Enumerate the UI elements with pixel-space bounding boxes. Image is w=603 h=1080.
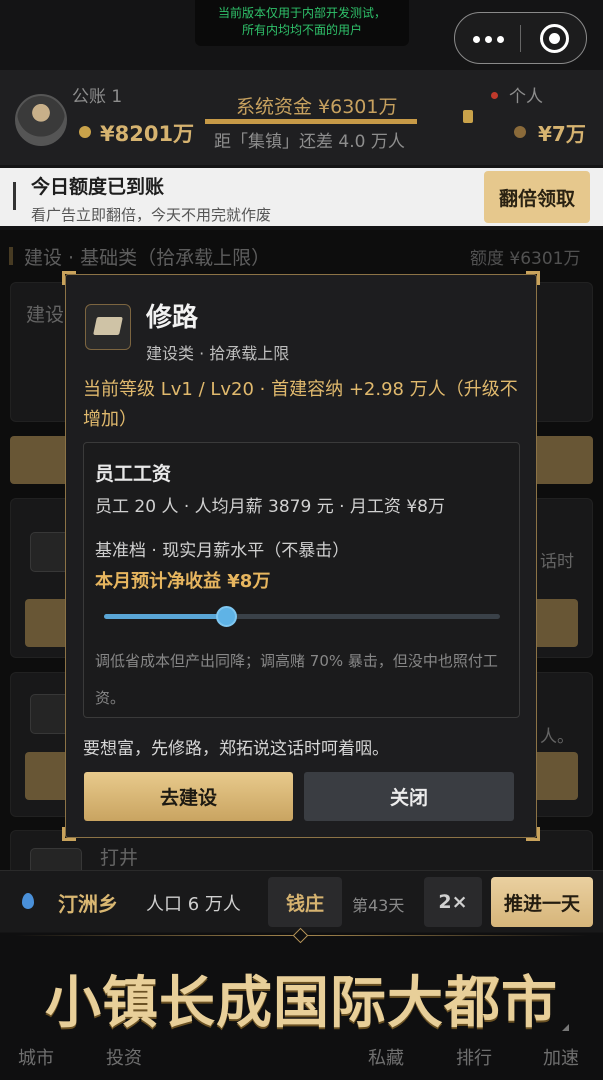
corner-ornament xyxy=(526,271,540,285)
level-info: 当前等级 Lv1 / Lv20 · 首建容纳 +2.98 万人（升级不增加） xyxy=(83,379,518,430)
build-button[interactable]: 去建设 xyxy=(84,772,293,821)
personal-money: ¥7万 xyxy=(538,122,586,146)
advance-day-button[interactable]: 推进一天 xyxy=(491,877,593,927)
wage-title: 员工工资 xyxy=(95,463,172,485)
dev-notice-banner: 当前版本仅用于内部开发测试， 所有内均均不面的用户 xyxy=(195,0,409,46)
modal-subtitle: 建设类 · 拾承载上限 xyxy=(146,344,290,363)
promo-slogan: 小镇长成国际大都市 xyxy=(45,970,558,1036)
account-money: ¥8201万 xyxy=(100,122,195,146)
corner-ornament xyxy=(62,827,76,841)
close-target-icon[interactable] xyxy=(540,24,569,53)
corner-ornament xyxy=(526,827,540,841)
water-drop-icon xyxy=(22,893,34,909)
account-label: 公账 1 xyxy=(72,87,123,107)
modal-title: 修路 xyxy=(146,303,199,333)
bank-button[interactable]: 钱庄 xyxy=(268,877,342,927)
personal-label: 个人 xyxy=(509,87,543,107)
system-funds-progress xyxy=(205,119,417,124)
road-icon xyxy=(85,304,131,350)
corner-indicator-icon xyxy=(562,1024,569,1031)
more-options-icon[interactable] xyxy=(473,36,504,43)
double-claim-button[interactable]: 翻倍领取 xyxy=(484,171,590,223)
system-funds: 系统资金 ¥6301万 xyxy=(236,96,398,118)
coin-icon xyxy=(79,126,91,138)
corner-ornament xyxy=(62,271,76,285)
day-counter: 第43天 xyxy=(352,896,405,915)
nav-boost[interactable]: 加速 xyxy=(543,1044,579,1070)
nav-invest[interactable]: 投资 xyxy=(106,1044,142,1070)
wage-tier: 基准档 · 现实月薪水平（不暴击） xyxy=(95,541,350,561)
distance-to-next-level: 距「集镇」还差 4.0 万人 xyxy=(214,132,405,152)
profit-estimate: 本月预计净收益 ¥8万 xyxy=(95,571,271,592)
close-button[interactable]: 关闭 xyxy=(304,772,514,821)
capsule-menu xyxy=(454,12,587,64)
app-root: { "banner": {"text": "当前版本仅用于内部开发测试，\n所有… xyxy=(0,0,603,1080)
nav-city[interactable]: 城市 xyxy=(18,1044,54,1070)
speed-toggle[interactable]: 2× xyxy=(424,877,482,927)
population: 人口 6 万人 xyxy=(146,894,241,915)
quota-subtitle: 看广告立即翻倍，今天不用完就作废 xyxy=(31,206,272,224)
wage-slider[interactable] xyxy=(104,614,500,619)
slider-hint: 调低省成本但产出同降；调高赌 70% 暴击，但没中也照付工资。 xyxy=(95,652,498,707)
town-name: 汀洲乡 xyxy=(58,892,118,916)
notification-dot xyxy=(491,92,498,99)
wage-details: 员工 20 人 · 人均月薪 3879 元 · 月工资 ¥8万 xyxy=(95,497,445,517)
flavor-quote: 要想富，先修路，郑拓说这话时呵着咽。 xyxy=(83,739,389,759)
quota-title: 今日额度已到账 xyxy=(31,176,165,198)
nav-ranking[interactable]: 排行 xyxy=(456,1044,492,1070)
avatar[interactable] xyxy=(15,94,67,146)
nav-stash[interactable]: 私藏 xyxy=(368,1044,404,1070)
bag-icon xyxy=(463,110,473,123)
wallet-icon xyxy=(514,126,526,138)
